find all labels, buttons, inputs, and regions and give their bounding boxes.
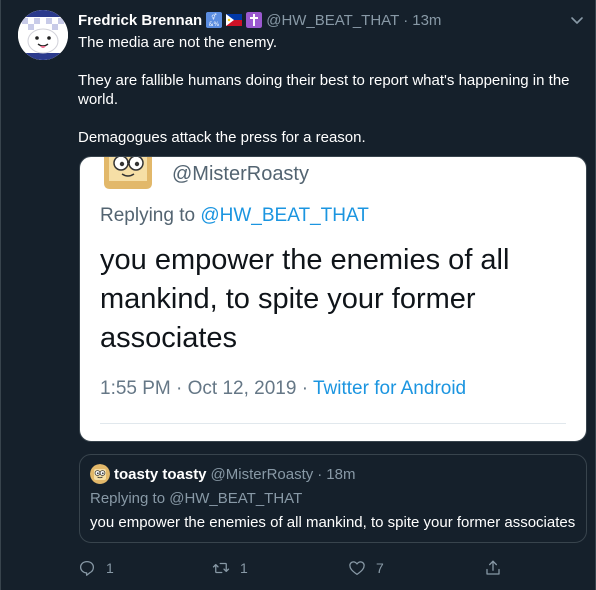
reply-count: 1 bbox=[106, 560, 114, 576]
screenshot-meta: 1:55 PM · Oct 12, 2019 · Twitter for And… bbox=[100, 378, 466, 400]
tweet-card[interactable]: Fredrick Brennan ⚥ &% @HW_BEAT_THAT · 13… bbox=[0, 0, 596, 590]
quoted-tweet[interactable]: toasty toasty @MisterRoasty · 18m Replyi… bbox=[79, 454, 587, 543]
svg-text:&%: &% bbox=[209, 21, 220, 28]
heart-icon bbox=[349, 561, 365, 576]
screenshot-replying-prefix: Replying to bbox=[100, 205, 201, 226]
reply-icon bbox=[79, 560, 95, 576]
screenshot-timestamp: 1:55 PM · Oct 12, 2019 bbox=[100, 378, 297, 399]
quoted-author-avatar bbox=[90, 464, 110, 484]
like-button[interactable]: 7 bbox=[348, 556, 384, 580]
latin-cross-icon bbox=[246, 12, 263, 28]
tweet-paragraph: The media are not the enemy. bbox=[78, 34, 277, 51]
chevron-down-icon[interactable] bbox=[569, 12, 585, 28]
quoted-header-separator: · bbox=[317, 465, 323, 483]
screenshot-body-text: you empower the enemies of all mankind, … bbox=[100, 244, 510, 354]
retweet-button[interactable]: 1 bbox=[212, 556, 248, 580]
screenshot-meta-separator: · bbox=[296, 378, 313, 399]
author-handle[interactable]: @HW_BEAT_THAT bbox=[266, 12, 399, 29]
share-icon bbox=[486, 560, 500, 575]
reply-button[interactable]: 1 bbox=[78, 556, 114, 580]
attached-screenshot-image[interactable]: @MisterRoasty Replying to @HW_BEAT_THAT … bbox=[79, 156, 587, 442]
retweet-icon bbox=[212, 562, 230, 574]
accessibility-symbols-icon: ⚥ &% bbox=[206, 12, 223, 28]
retweet-count: 1 bbox=[240, 560, 248, 576]
philippines-flag-icon bbox=[226, 12, 243, 28]
tweet-paragraph: Demagogues attack the press for a reason… bbox=[78, 129, 366, 146]
tweet-header: Fredrick Brennan ⚥ &% @HW_BEAT_THAT · 13… bbox=[78, 10, 555, 30]
quoted-author-handle: @MisterRoasty bbox=[210, 465, 314, 483]
tweet-paragraph: They are fallible humans doing their bes… bbox=[78, 72, 570, 108]
toast-avatar-icon bbox=[100, 157, 156, 189]
quoted-author-name: toasty toasty bbox=[114, 465, 207, 483]
like-count: 7 bbox=[376, 560, 384, 576]
quoted-timestamp: 18m bbox=[326, 465, 356, 483]
screenshot-divider bbox=[100, 423, 566, 424]
screenshot-replying-to: Replying to @HW_BEAT_THAT bbox=[100, 205, 369, 227]
tweet-timestamp[interactable]: 13m bbox=[412, 12, 441, 29]
tweet-actions: 1 1 7 bbox=[78, 556, 595, 580]
quoted-replying-to: Replying to @HW_BEAT_THAT bbox=[90, 490, 303, 507]
screenshot-handle: @MisterRoasty bbox=[172, 163, 309, 185]
quoted-tweet-text: you empower the enemies of all mankind, … bbox=[90, 514, 576, 531]
tweet-text: The media are not the enemy. They are fa… bbox=[78, 33, 581, 166]
share-button[interactable] bbox=[484, 556, 502, 580]
author-name[interactable]: Fredrick Brennan bbox=[78, 12, 202, 29]
svg-text:⚥: ⚥ bbox=[212, 13, 217, 21]
screenshot-replying-handle: @HW_BEAT_THAT bbox=[200, 205, 369, 226]
header-separator: · bbox=[403, 11, 409, 29]
author-avatar[interactable] bbox=[18, 10, 68, 60]
quoted-tweet-header: toasty toasty @MisterRoasty · 18m bbox=[90, 464, 355, 484]
screenshot-source: Twitter for Android bbox=[313, 378, 467, 399]
